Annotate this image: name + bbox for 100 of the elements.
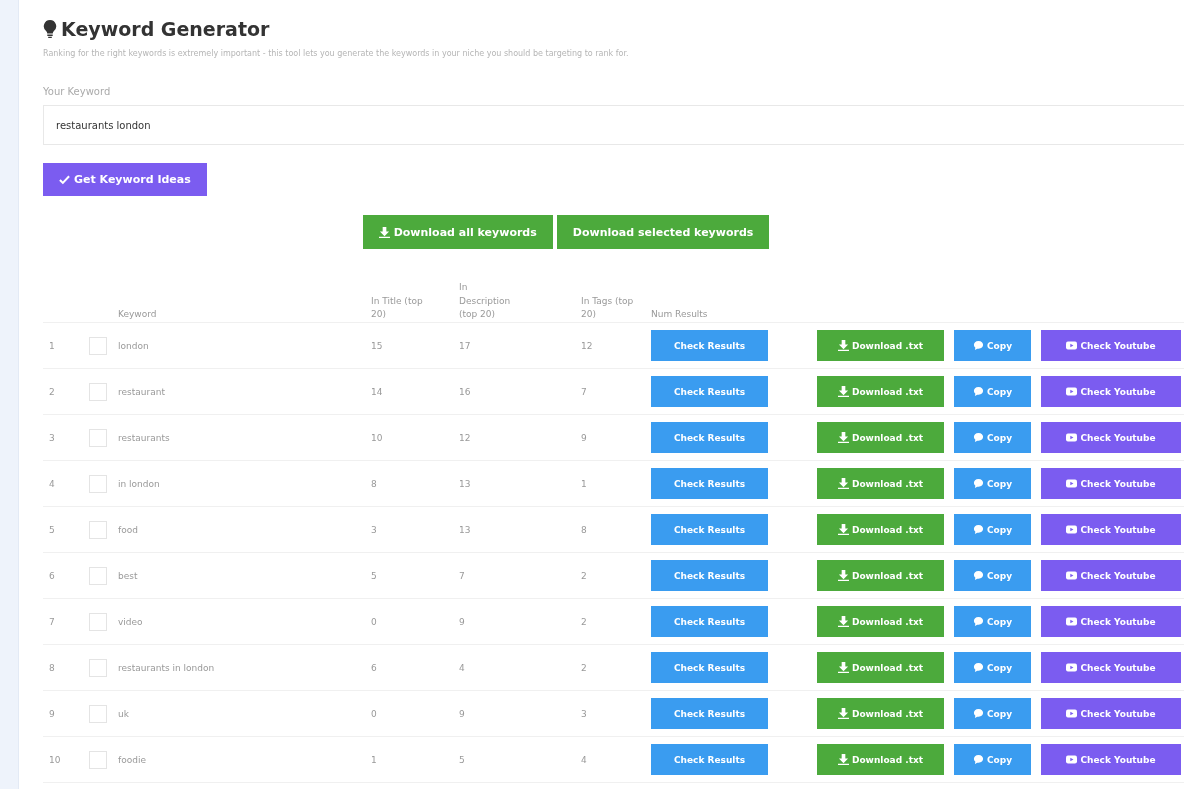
download-txt-button[interactable]: Download .txt bbox=[817, 698, 944, 729]
table-cell-text: 15 bbox=[371, 340, 384, 351]
check-youtube-button[interactable]: Check Youtube bbox=[1041, 330, 1181, 361]
speech-bubble-icon bbox=[972, 570, 984, 581]
copy-button[interactable]: Copy bbox=[954, 698, 1031, 729]
download-icon bbox=[837, 708, 849, 719]
check-results-button[interactable]: Check Results bbox=[651, 698, 768, 729]
table-cell-text: 12 bbox=[581, 340, 594, 351]
video-play-icon bbox=[1066, 570, 1078, 581]
download-txt-button[interactable]: Download .txt bbox=[817, 376, 944, 407]
copy-button[interactable]: Copy bbox=[954, 744, 1031, 775]
check-results-button[interactable]: Check Results bbox=[651, 652, 768, 683]
table-cell-text: 9 bbox=[581, 432, 588, 443]
row-checkbox[interactable] bbox=[89, 750, 107, 769]
download-txt-button[interactable]: Download .txt bbox=[817, 514, 944, 545]
table-cell-text: 8 bbox=[581, 524, 588, 535]
download-txt-button[interactable]: Download .txt bbox=[817, 468, 944, 499]
speech-bubble-icon bbox=[972, 478, 984, 489]
check-results-button[interactable]: Check Results bbox=[651, 514, 768, 545]
table-cell-text: 13 bbox=[459, 478, 472, 489]
row-number: 7 bbox=[48, 616, 56, 627]
get-keyword-ideas-button[interactable]: Get Keyword Ideas bbox=[43, 163, 207, 196]
table-cell-text: 7 bbox=[459, 570, 466, 581]
check-youtube-button[interactable]: Check Youtube bbox=[1041, 422, 1181, 453]
download-txt-button[interactable]: Download .txt bbox=[817, 652, 944, 683]
check-results-button[interactable]: Check Results bbox=[651, 606, 768, 637]
check-youtube-button[interactable]: Check Youtube bbox=[1041, 698, 1181, 729]
column-header: In Description (top 20) bbox=[459, 281, 512, 321]
check-youtube-button[interactable]: Check Youtube bbox=[1041, 744, 1181, 775]
video-play-icon bbox=[1066, 478, 1078, 489]
column-header: In Tags (top 20) bbox=[581, 294, 635, 321]
speech-bubble-icon bbox=[972, 432, 984, 443]
page-title: Keyword Generator bbox=[61, 18, 270, 40]
download-txt-button[interactable]: Download .txt bbox=[817, 744, 944, 775]
row-checkbox[interactable] bbox=[89, 566, 107, 585]
check-youtube-button[interactable]: Check Youtube bbox=[1041, 652, 1181, 683]
copy-button[interactable]: Copy bbox=[954, 606, 1031, 637]
keyword-cell-text: best bbox=[118, 570, 139, 581]
row-number: 6 bbox=[48, 570, 56, 581]
row-checkbox[interactable] bbox=[89, 336, 107, 355]
copy-button[interactable]: Copy bbox=[954, 422, 1031, 453]
copy-button[interactable]: Copy bbox=[954, 468, 1031, 499]
table-cell-text: 3 bbox=[371, 524, 378, 535]
speech-bubble-icon bbox=[972, 662, 984, 673]
video-play-icon bbox=[1066, 662, 1078, 673]
download-icon bbox=[837, 524, 849, 535]
download-txt-button[interactable]: Download .txt bbox=[817, 560, 944, 591]
video-play-icon bbox=[1066, 386, 1078, 397]
row-checkbox[interactable] bbox=[89, 704, 107, 723]
table-cell-text: 17 bbox=[459, 340, 472, 351]
download-icon bbox=[837, 754, 849, 765]
download-txt-button[interactable]: Download .txt bbox=[817, 422, 944, 453]
check-youtube-button[interactable]: Check Youtube bbox=[1041, 514, 1181, 545]
check-youtube-button[interactable]: Check Youtube bbox=[1041, 560, 1181, 591]
table-cell-text: 13 bbox=[459, 524, 472, 535]
table-cell-text: 16 bbox=[459, 386, 472, 397]
speech-bubble-icon bbox=[972, 616, 984, 627]
row-checkbox[interactable] bbox=[89, 382, 107, 401]
column-header: In Title (top 20) bbox=[371, 294, 424, 321]
row-checkbox[interactable] bbox=[89, 428, 107, 447]
check-youtube-button[interactable]: Check Youtube bbox=[1041, 606, 1181, 637]
field-label: Your Keyword bbox=[43, 86, 112, 97]
check-results-button[interactable]: Check Results bbox=[651, 468, 768, 499]
check-results-button[interactable]: Check Results bbox=[651, 744, 768, 775]
keyword-cell-text: restaurant bbox=[118, 386, 166, 397]
download-icon bbox=[837, 478, 849, 489]
check-results-button[interactable]: Check Results bbox=[651, 560, 768, 591]
row-number: 4 bbox=[48, 478, 56, 489]
table-cell-text: 7 bbox=[581, 386, 588, 397]
keyword-cell-text: uk bbox=[118, 708, 130, 719]
download-icon bbox=[837, 386, 849, 397]
check-results-button[interactable]: Check Results bbox=[651, 330, 768, 361]
table-cell-text: 2 bbox=[581, 616, 588, 627]
row-checkbox[interactable] bbox=[89, 474, 107, 493]
download-selected-button[interactable]: Download selected keywords bbox=[556, 215, 770, 249]
copy-button[interactable]: Copy bbox=[954, 330, 1031, 361]
speech-bubble-icon bbox=[972, 754, 984, 765]
page-description: Ranking for the right keywords is extremely important - this tool lets you generate the keywords in your niche you should be targeting to rank for. bbox=[43, 49, 630, 58]
check-youtube-button[interactable]: Check Youtube bbox=[1041, 376, 1181, 407]
table-cell-text: 12 bbox=[459, 432, 472, 443]
check-results-button[interactable]: Check Results bbox=[651, 376, 768, 407]
row-checkbox[interactable] bbox=[89, 612, 107, 631]
row-checkbox[interactable] bbox=[89, 520, 107, 539]
copy-button[interactable]: Copy bbox=[954, 376, 1031, 407]
download-txt-button[interactable]: Download .txt bbox=[817, 330, 944, 361]
table-cell-text: 5 bbox=[371, 570, 378, 581]
download-all-button[interactable]: Download all keywords bbox=[362, 215, 553, 249]
copy-button[interactable]: Copy bbox=[954, 560, 1031, 591]
row-number: 2 bbox=[48, 386, 56, 397]
check-results-button[interactable]: Check Results bbox=[651, 422, 768, 453]
table-cell-text: 6 bbox=[371, 662, 378, 673]
keyword-input[interactable]: restaurants london bbox=[43, 105, 1184, 145]
download-txt-button[interactable]: Download .txt bbox=[817, 606, 944, 637]
copy-button[interactable]: Copy bbox=[954, 514, 1031, 545]
download-icon bbox=[837, 432, 849, 443]
download-icon bbox=[837, 570, 849, 581]
row-checkbox[interactable] bbox=[89, 658, 107, 677]
check-youtube-button[interactable]: Check Youtube bbox=[1041, 468, 1181, 499]
table-cell-text: 2 bbox=[581, 570, 588, 581]
copy-button[interactable]: Copy bbox=[954, 652, 1031, 683]
